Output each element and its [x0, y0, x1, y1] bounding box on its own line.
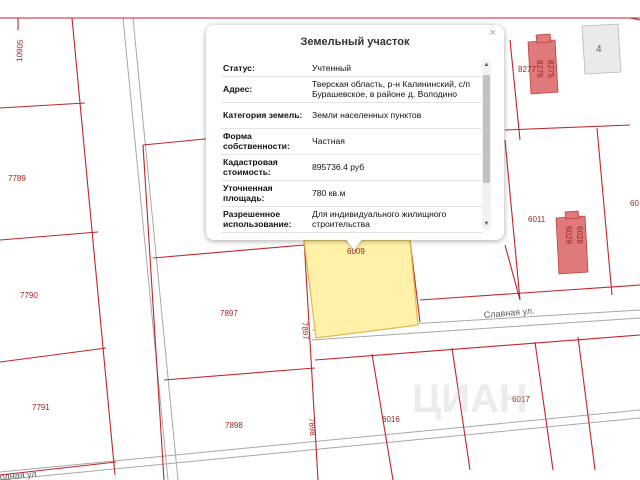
popup-pointer — [345, 238, 363, 250]
property-row: Категория земель: Земли населенных пункт… — [221, 102, 483, 129]
popup-scrollbar[interactable]: ▲ ▼ — [482, 61, 491, 229]
property-key: Уточненная площадь: — [221, 180, 308, 207]
parcel-label: 7789 — [8, 174, 26, 183]
property-key: Форма собственности: — [221, 128, 308, 155]
watermark: ЦИАН — [412, 377, 528, 421]
parcel-label: 7897 — [220, 309, 238, 318]
parcel-label: 7898 — [225, 421, 243, 430]
parcel-label: 7897 — [300, 322, 310, 341]
property-value: Учтенный — [308, 60, 483, 77]
building-label: 8277 — [518, 65, 536, 74]
popup-body[interactable]: Статус: Учтенный Адрес: Тверская область… — [221, 60, 483, 253]
scroll-up-icon[interactable]: ▲ — [482, 61, 491, 70]
property-row: Разрешенное использование: Для индивидуа… — [221, 206, 483, 233]
property-value: Для индивидуального жилищного строительс… — [308, 206, 483, 233]
info-popup: × Земельный участок Статус: Учтенный Адр… — [206, 25, 504, 240]
parcel-label: 7791 — [32, 403, 50, 412]
property-row: Кадастровая стоимость: 895736.4 руб — [221, 154, 483, 181]
building-label: 6029 — [564, 226, 573, 244]
property-row: Форма собственности: Частная — [221, 128, 483, 155]
building-label: 8275 — [546, 60, 555, 78]
properties-table: Статус: Учтенный Адрес: Тверская область… — [221, 60, 483, 233]
parcel-label: 7790 — [20, 291, 38, 300]
property-key: Категория земель: — [221, 102, 308, 129]
property-value: Частная — [308, 128, 483, 155]
street-label-bottom: одная ул — [0, 469, 37, 480]
parcel-label: 4 — [596, 44, 602, 55]
scroll-down-icon[interactable]: ▼ — [482, 220, 491, 229]
popup-title: Земельный участок — [300, 36, 410, 48]
parcel-label: 7898 — [307, 418, 317, 437]
property-row: Адрес: Тверская область, р-н Калининский… — [221, 76, 483, 103]
property-key: Разрешенное использование: — [221, 206, 308, 233]
property-value: Земли населенных пунктов — [308, 102, 483, 129]
property-key: Адрес: — [221, 76, 308, 103]
property-value: Тверская область, р-н Калининский, с/п Б… — [308, 76, 483, 103]
property-row: Уточненная площадь: 780 кв.м — [221, 180, 483, 207]
property-row: Статус: Учтенный — [221, 60, 483, 77]
scroll-thumb[interactable] — [483, 75, 490, 183]
property-key: Статус: — [221, 60, 308, 77]
property-value: 895736.4 руб — [308, 154, 483, 181]
parcel-label: 6011 — [528, 215, 546, 224]
building-label: 8276 — [535, 60, 544, 78]
building-label: 6028 — [575, 226, 584, 244]
parcel-label: 6016 — [382, 415, 400, 424]
property-key: Кадастровая стоимость: — [221, 154, 308, 181]
parcel-label: 60 — [630, 199, 639, 208]
property-value: 780 кв.м — [308, 180, 483, 207]
parcel-label: 10905 — [15, 39, 25, 62]
